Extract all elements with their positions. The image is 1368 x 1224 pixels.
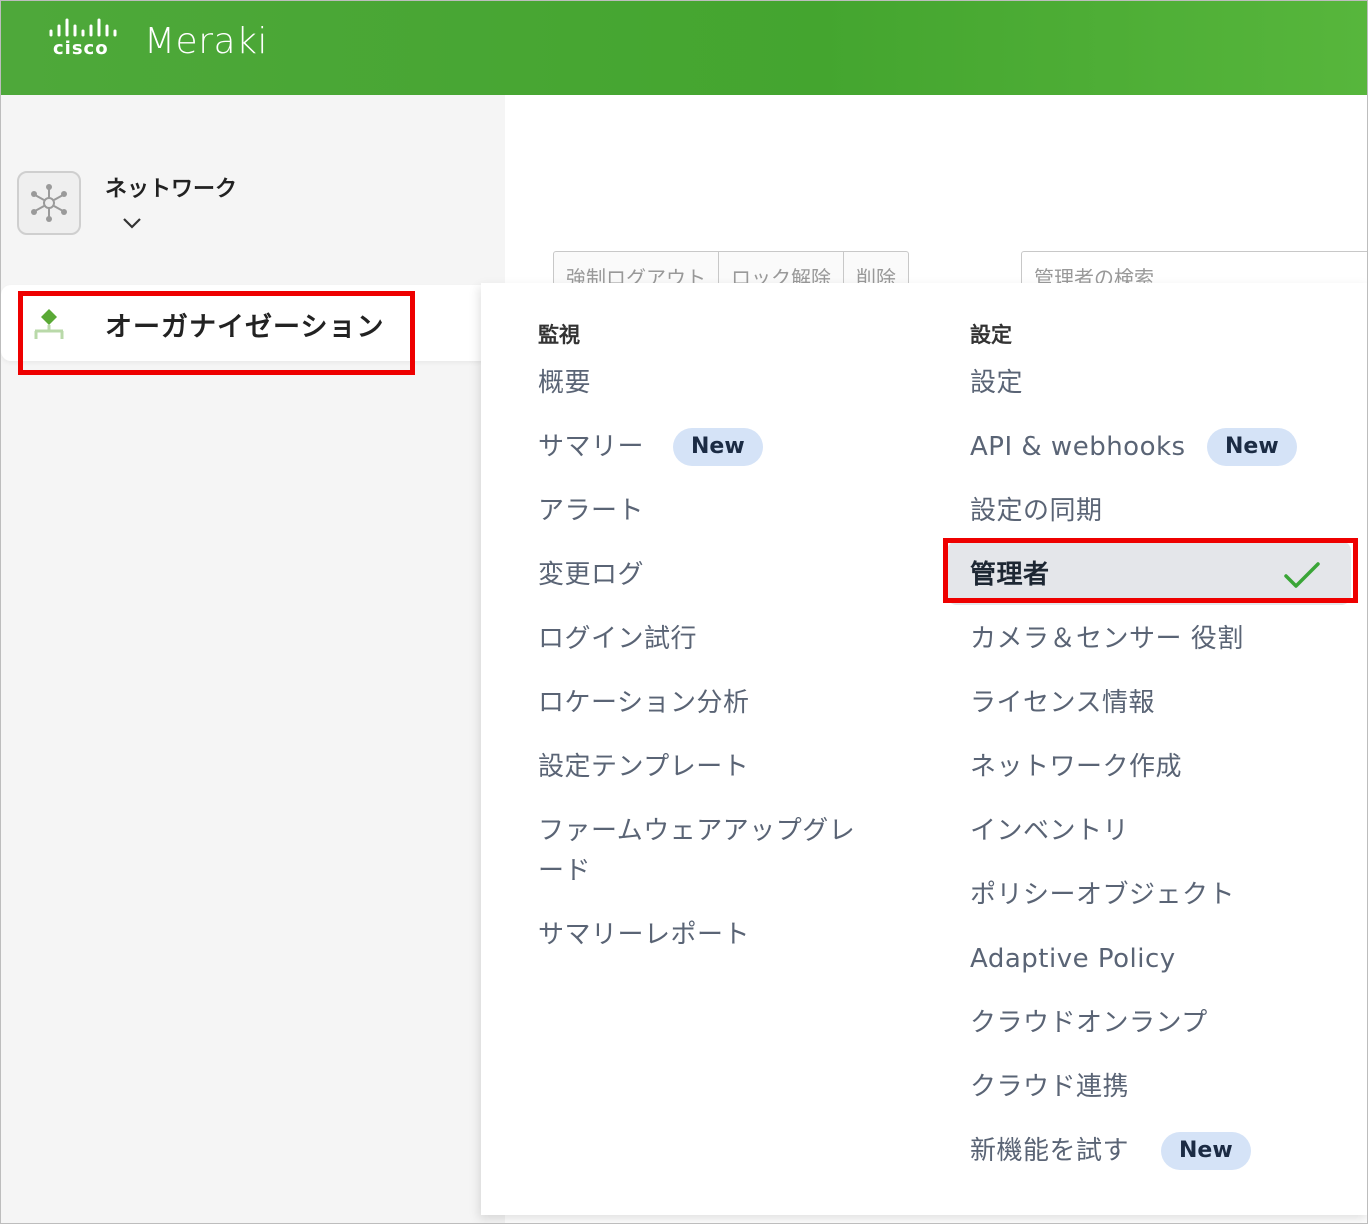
menu-item-cloud-integration[interactable]: クラウド連携 — [970, 1067, 1129, 1107]
page-title-redacted — [549, 147, 1029, 201]
menu-item-create-network[interactable]: ネットワーク作成 — [970, 747, 1182, 787]
menu-item-camera-sensor-roles[interactable]: カメラ＆センサー 役割 — [970, 619, 1244, 659]
cisco-logo-text: cisco — [53, 38, 109, 59]
highlight-box-administrators — [943, 538, 1358, 603]
top-header-bar: cisco Meraki — [1, 1, 1367, 95]
configure-heading: 設定 — [970, 323, 1012, 347]
highlight-box-organization — [18, 291, 415, 375]
menu-item-config-sync[interactable]: 設定の同期 — [970, 491, 1103, 531]
network-selector-label[interactable]: ネットワーク — [105, 171, 237, 203]
menu-item-alerts[interactable]: アラート — [538, 491, 644, 531]
monitor-heading: 監視 — [538, 323, 580, 347]
menu-item-summary-report[interactable]: サマリーレポート — [538, 915, 750, 955]
new-badge: New — [1207, 428, 1297, 466]
menu-item-overview[interactable]: 概要 — [538, 363, 591, 403]
app-window: cisco Meraki ネットワーク オーガナイゼーション 強制ログアウト ロ… — [0, 0, 1368, 1224]
menu-item-try-new-features[interactable]: 新機能を試す — [970, 1131, 1129, 1171]
menu-item-policy-objects[interactable]: ポリシーオブジェクト — [970, 875, 1235, 915]
menu-item-summary[interactable]: サマリー — [538, 427, 644, 467]
sidebar — [1, 95, 505, 1223]
product-name[interactable]: Meraki — [144, 21, 268, 62]
menu-item-change-log[interactable]: 変更ログ — [538, 555, 644, 595]
new-badge: New — [1161, 1132, 1251, 1170]
menu-item-location-analytics[interactable]: ロケーション分析 — [538, 683, 749, 723]
chevron-down-icon[interactable] — [121, 213, 143, 233]
menu-item-license-info[interactable]: ライセンス情報 — [970, 683, 1155, 723]
menu-item-config-templates[interactable]: 設定テンプレート — [538, 747, 749, 787]
new-badge: New — [673, 428, 763, 466]
menu-item-login-attempts[interactable]: ログイン試行 — [538, 619, 697, 659]
network-selector-icon-box[interactable] — [17, 171, 81, 235]
menu-item-adaptive-policy[interactable]: Adaptive Policy — [970, 939, 1176, 979]
menu-item-firmware-upgrades[interactable]: ファームウェアアップグレード — [538, 811, 878, 891]
network-hub-icon — [31, 184, 67, 222]
menu-item-settings[interactable]: 設定 — [970, 363, 1023, 403]
menu-item-cloud-onramp[interactable]: クラウドオンランプ — [970, 1003, 1208, 1043]
menu-item-inventory[interactable]: インベントリ — [970, 811, 1129, 851]
menu-item-api-webhooks[interactable]: API & webhooks — [970, 427, 1186, 467]
